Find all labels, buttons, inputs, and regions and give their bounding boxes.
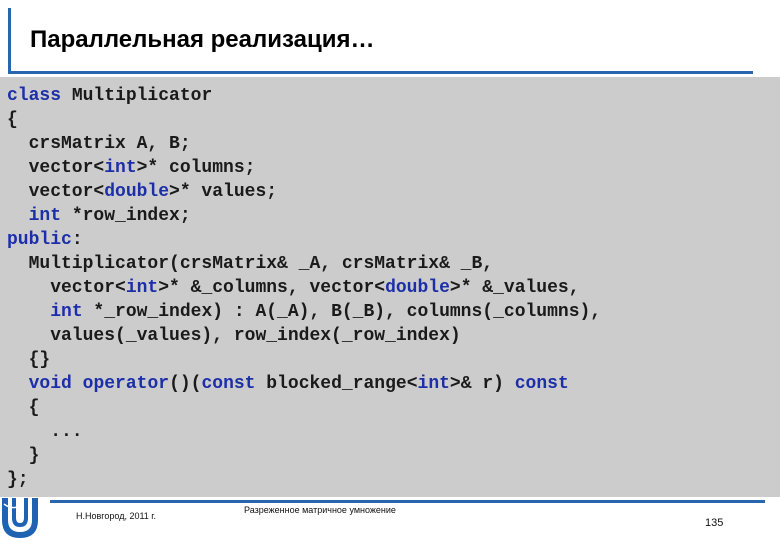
page-number: 135 — [705, 517, 724, 529]
code-text: *_row_index) : A(_A), B(_B), columns(_co… — [82, 302, 602, 322]
code-line: ... — [7, 420, 601, 444]
code-keyword: class — [7, 86, 62, 106]
code-keyword: const — [201, 374, 256, 394]
code-line: int *_row_index) : A(_A), B(_B), columns… — [7, 300, 601, 324]
code-line: void operator()(const blocked_range<int>… — [7, 372, 601, 396]
code-text: ... — [7, 422, 83, 442]
code-line: class Multiplicator — [7, 84, 601, 108]
code-text: values(_values), row_index(_row_index) — [7, 326, 461, 346]
code-line: vector<int>* &_columns, vector<double>* … — [7, 276, 601, 300]
code-line: values(_values), row_index(_row_index) — [7, 324, 601, 348]
code-text: >* &_columns, vector< — [158, 278, 386, 298]
code-text: *row_index; — [61, 206, 191, 226]
code-text: vector< — [7, 182, 105, 202]
footer-divider — [50, 500, 765, 503]
code-keyword: int — [50, 302, 83, 322]
code-keyword: operator — [82, 374, 170, 394]
code-keyword: int — [28, 206, 62, 226]
code-keyword: double — [104, 182, 170, 202]
code-line: public: — [7, 228, 601, 252]
code-line: }; — [7, 468, 601, 492]
code-line: vector<int>* columns; — [7, 156, 601, 180]
code-line: } — [7, 444, 601, 468]
code-text: Multiplicator(crsMatrix& _A, crsMatrix& … — [7, 254, 494, 274]
code-text: }; — [7, 470, 29, 490]
code-keyword: int — [125, 278, 159, 298]
code-text: : — [71, 230, 83, 250]
slide-title: Параллельная реализация… — [30, 26, 375, 53]
code-text: {} — [7, 350, 51, 370]
code-text: >& r) — [449, 374, 515, 394]
code-keyword: double — [385, 278, 450, 298]
code-keyword: const — [514, 374, 569, 394]
footer-course-title: Разреженное матричное умножение — [244, 505, 396, 515]
code-keyword: int — [104, 158, 137, 178]
code-text: blocked_range< — [255, 374, 418, 394]
code-text: } — [7, 446, 40, 466]
code-text: >* values; — [169, 182, 278, 202]
footer-location-year: Н.Новгород, 2011 г. — [76, 511, 156, 521]
code-text: >* &_values, — [449, 278, 580, 298]
code-block: class Multiplicator{ crsMatrix A, B; vec… — [7, 84, 601, 492]
code-line: int *row_index; — [7, 204, 601, 228]
code-keyword: void — [28, 374, 72, 394]
code-line: vector<double>* values; — [7, 180, 601, 204]
code-line: { — [7, 396, 601, 420]
university-logo-icon — [2, 498, 38, 538]
code-text: vector< — [7, 158, 105, 178]
code-text: { — [7, 110, 18, 130]
code-line: {} — [7, 348, 601, 372]
code-text: vector< — [7, 278, 126, 298]
code-line: { — [7, 108, 601, 132]
code-keyword: int — [417, 374, 450, 394]
code-text: { — [7, 398, 40, 418]
code-keyword: public — [7, 230, 72, 250]
code-line: Multiplicator(crsMatrix& _A, crsMatrix& … — [7, 252, 601, 276]
code-line: crsMatrix A, B; — [7, 132, 601, 156]
code-text: >* columns; — [136, 158, 256, 178]
code-text: Multiplicator — [61, 86, 213, 106]
code-text: ()( — [169, 374, 202, 394]
code-text: crsMatrix A, B; — [7, 134, 191, 154]
